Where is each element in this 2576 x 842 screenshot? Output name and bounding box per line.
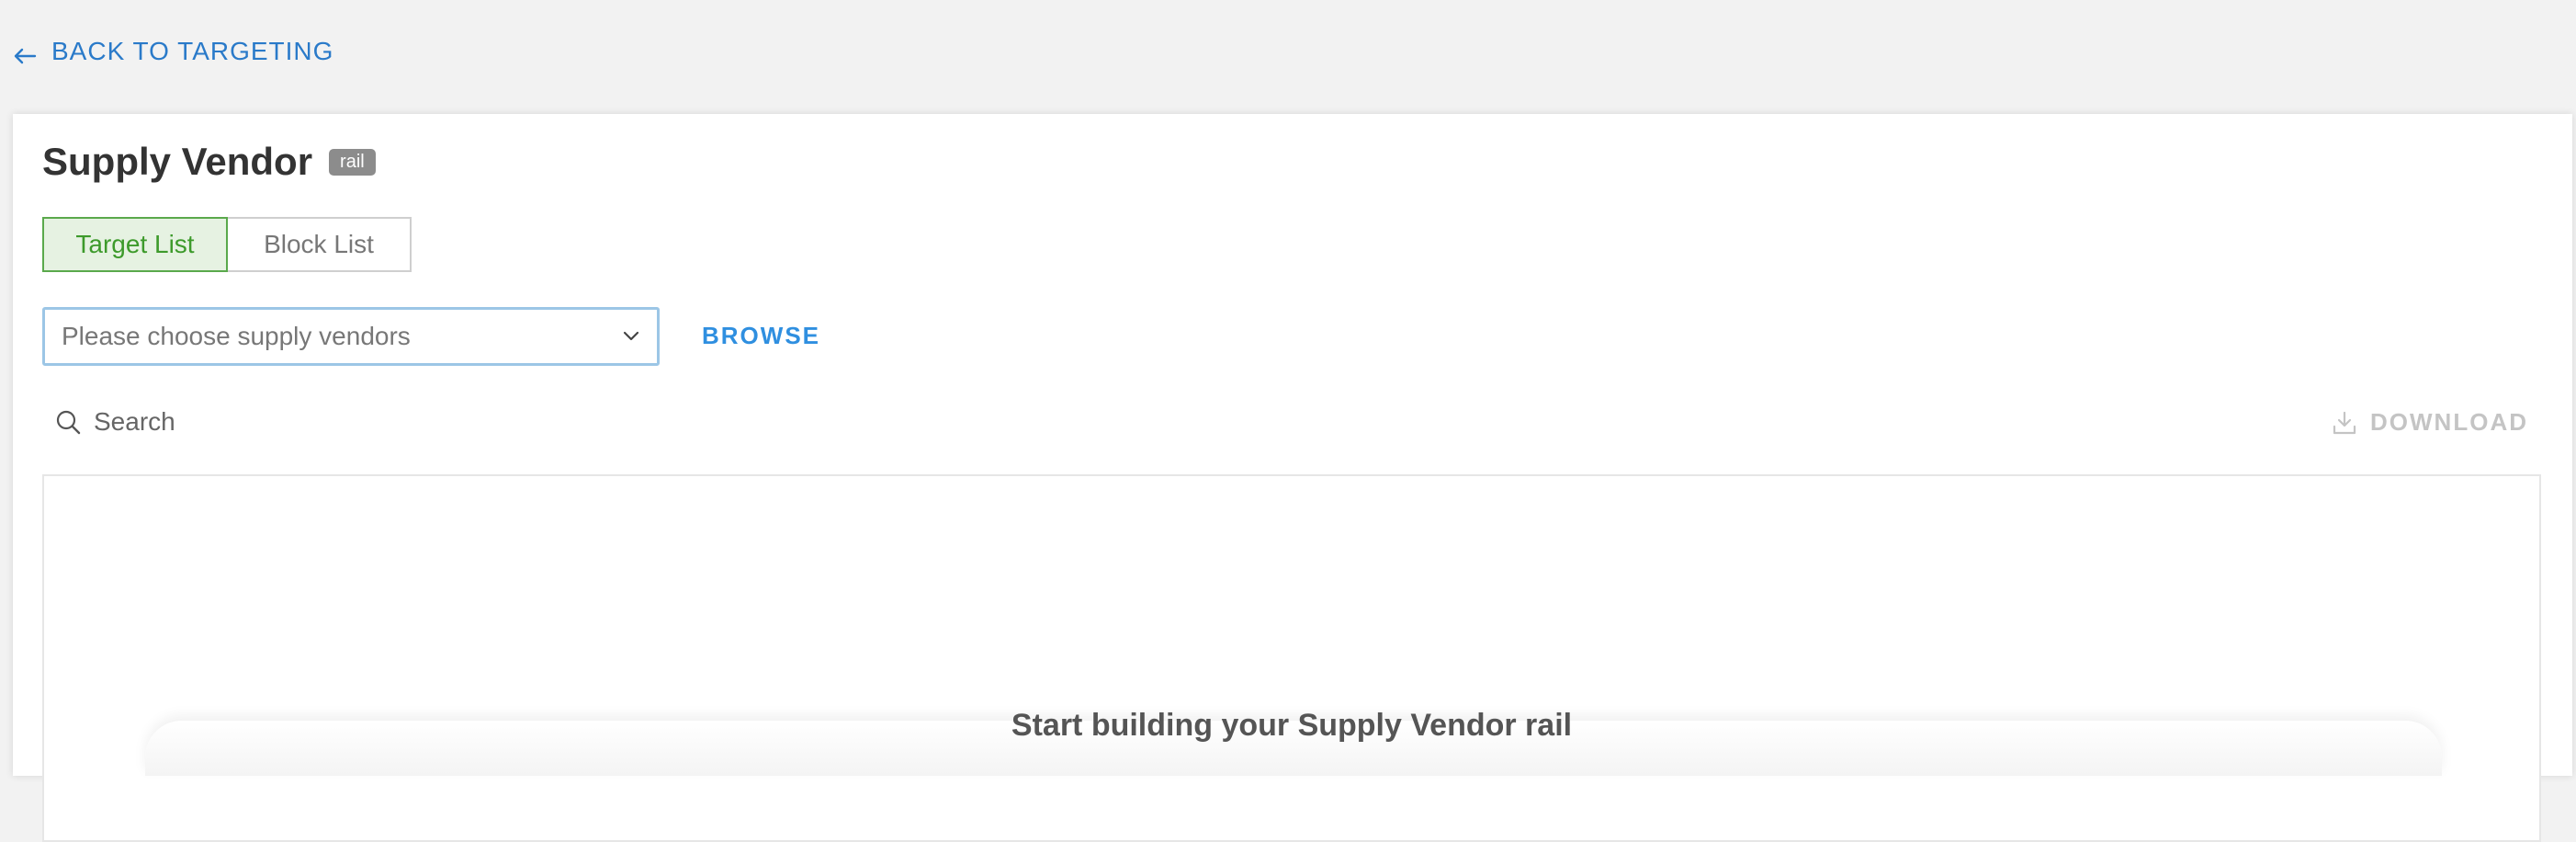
title-row: Supply Vendor rail <box>42 140 376 184</box>
search-bar <box>53 406 788 438</box>
back-link-label: BACK TO TARGETING <box>51 37 334 65</box>
type-badge: rail <box>329 148 376 176</box>
supply-vendor-select[interactable]: Please choose supply vendors <box>42 307 660 366</box>
arrow-left-icon <box>14 48 37 64</box>
vendor-list-area: Start building your Supply Vendor rail <box>42 474 2541 842</box>
chevron-down-icon <box>623 331 639 341</box>
download-button[interactable]: DOWNLOAD <box>2332 408 2528 437</box>
search-input[interactable] <box>92 406 739 438</box>
download-label: DOWNLOAD <box>2370 408 2528 436</box>
tab-block-list[interactable]: Block List <box>228 217 412 272</box>
back-to-targeting-link[interactable]: BACK TO TARGETING <box>11 33 333 70</box>
page-title: Supply Vendor <box>42 140 313 183</box>
download-icon <box>2333 411 2356 434</box>
select-placeholder: Please choose supply vendors <box>62 322 411 350</box>
list-type-tabs: Target List Block List <box>42 217 412 272</box>
empty-state-message: Start building your Supply Vendor rail <box>1011 708 1573 743</box>
supply-vendor-panel: Supply Vendor rail Target List Block Lis… <box>13 114 2572 842</box>
search-icon <box>56 410 81 435</box>
tab-target-list[interactable]: Target List <box>42 217 228 272</box>
browse-button[interactable]: BROWSE <box>702 322 820 350</box>
